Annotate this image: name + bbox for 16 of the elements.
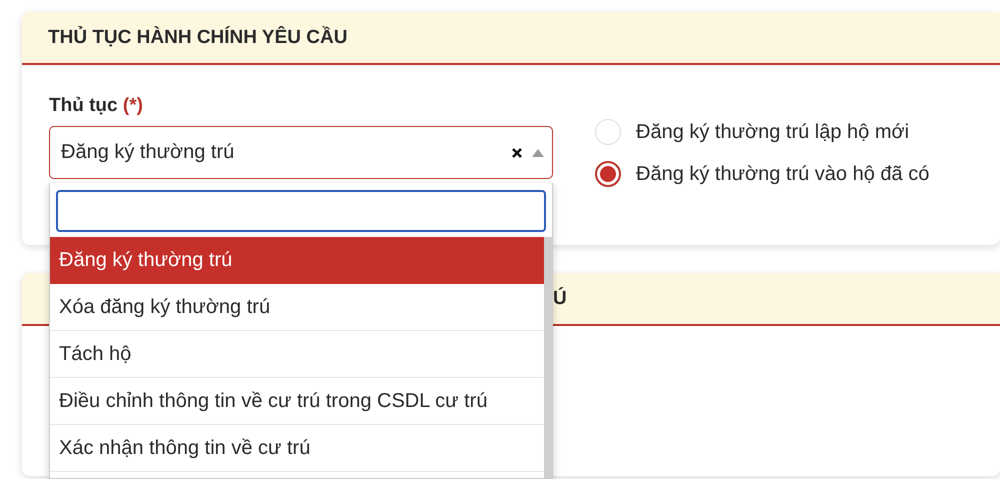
field-label: Thủ tục (*) xyxy=(49,95,144,117)
dropdown-option[interactable]: Xóa đăng ký thường trú xyxy=(50,284,544,331)
dropdown-option[interactable]: Điều chỉnh thông tin về cư trú trong CSDL cư trú xyxy=(50,378,544,425)
dropdown-option[interactable]: Đăng ký thường trú xyxy=(50,237,544,284)
procedure-select[interactable]: Đăng ký thường trú xyxy=(49,126,553,179)
section-title: Ú xyxy=(553,288,567,310)
radio-label: Đăng ký thường trú lập hộ mới xyxy=(636,120,910,144)
dropdown-option[interactable]: Tách hộ xyxy=(50,331,544,378)
clear-icon[interactable] xyxy=(511,146,523,158)
search-field[interactable] xyxy=(56,190,546,232)
radio-label: Đăng ký thường trú vào hộ đã có xyxy=(636,162,930,186)
dropdown-option[interactable]: Xác nhận thông tin về cư trú xyxy=(50,425,544,472)
radio-button[interactable] xyxy=(595,161,621,187)
section-title: THỦ TỤC HÀNH CHÍNH YÊU CẦU xyxy=(48,26,348,48)
scrollbar[interactable] xyxy=(544,237,552,478)
caret-icon[interactable] xyxy=(532,148,544,156)
